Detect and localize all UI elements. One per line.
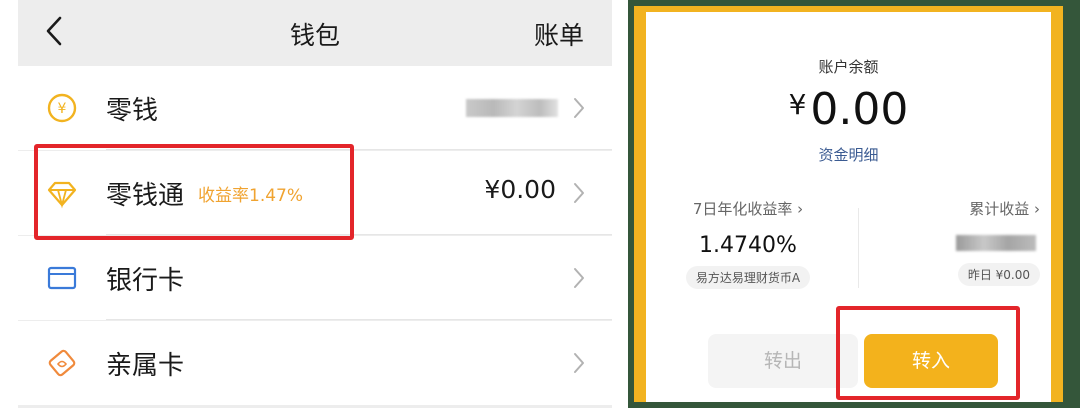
divider (106, 319, 612, 320)
chevron-right-icon (572, 351, 586, 375)
balance-label: 账户余额 (818, 58, 879, 76)
fund-name-badge: 易方达易理财货币A (685, 266, 811, 289)
cumulative-label: 累计收益 › (969, 200, 1040, 218)
yield-value: 1.4740% (699, 233, 797, 258)
cumulative-stat[interactable]: 累计收益 › 昨日 ¥0.00 (878, 198, 1050, 286)
yield-stat[interactable]: 7日年化收益率 › 1.4740% 易方达易理财货币A (658, 198, 838, 289)
row-label-bank-card: 银行卡 (106, 266, 185, 296)
nav-bar: 钱包 账单 (18, 0, 612, 64)
highlight-box (34, 144, 354, 240)
blurred-earnings (878, 235, 1036, 255)
row-label-change: 零钱 (106, 96, 159, 126)
currency-symbol: ¥ (788, 88, 807, 121)
highlight-box (836, 306, 1020, 400)
yield-label: 7日年化收益率 › (692, 200, 804, 218)
lingqiantong-panel: 账户余额 ¥0.00 资金明细 7日年化收益率 › 1.4740% 易方达易理财… (628, 0, 1080, 408)
balance-value: 0.00 (810, 84, 909, 135)
blurred-balance (466, 99, 558, 117)
chevron-right-icon (572, 181, 586, 205)
page-title: 钱包 (289, 21, 340, 50)
row-change[interactable]: ¥ 零钱 (18, 66, 612, 150)
yesterday-earnings-badge: 昨日 ¥0.00 (957, 263, 1040, 286)
row-family-card[interactable]: 亲属卡 (18, 321, 612, 405)
bank-card-icon (46, 262, 78, 294)
row-label-family-card: 亲属卡 (106, 351, 185, 381)
balance-amount: ¥0.00 (646, 84, 1051, 135)
yen-coin-icon: ¥ (46, 92, 78, 124)
family-card-icon (46, 347, 78, 379)
row-value-lingqiantong: ¥0.00 (484, 175, 556, 204)
wallet-panel: 钱包 账单 ¥ 零钱 零钱通 收益率1.47% ¥0.00 银行卡 亲属卡 (0, 0, 612, 408)
chevron-right-icon (572, 266, 586, 290)
svg-text:¥: ¥ (58, 101, 67, 117)
chevron-right-icon (572, 96, 586, 120)
fund-details-link[interactable]: 资金明细 (646, 144, 1051, 165)
bill-button[interactable]: 账单 (534, 16, 584, 52)
divider (858, 208, 859, 288)
row-bank-card[interactable]: 银行卡 (18, 236, 612, 320)
